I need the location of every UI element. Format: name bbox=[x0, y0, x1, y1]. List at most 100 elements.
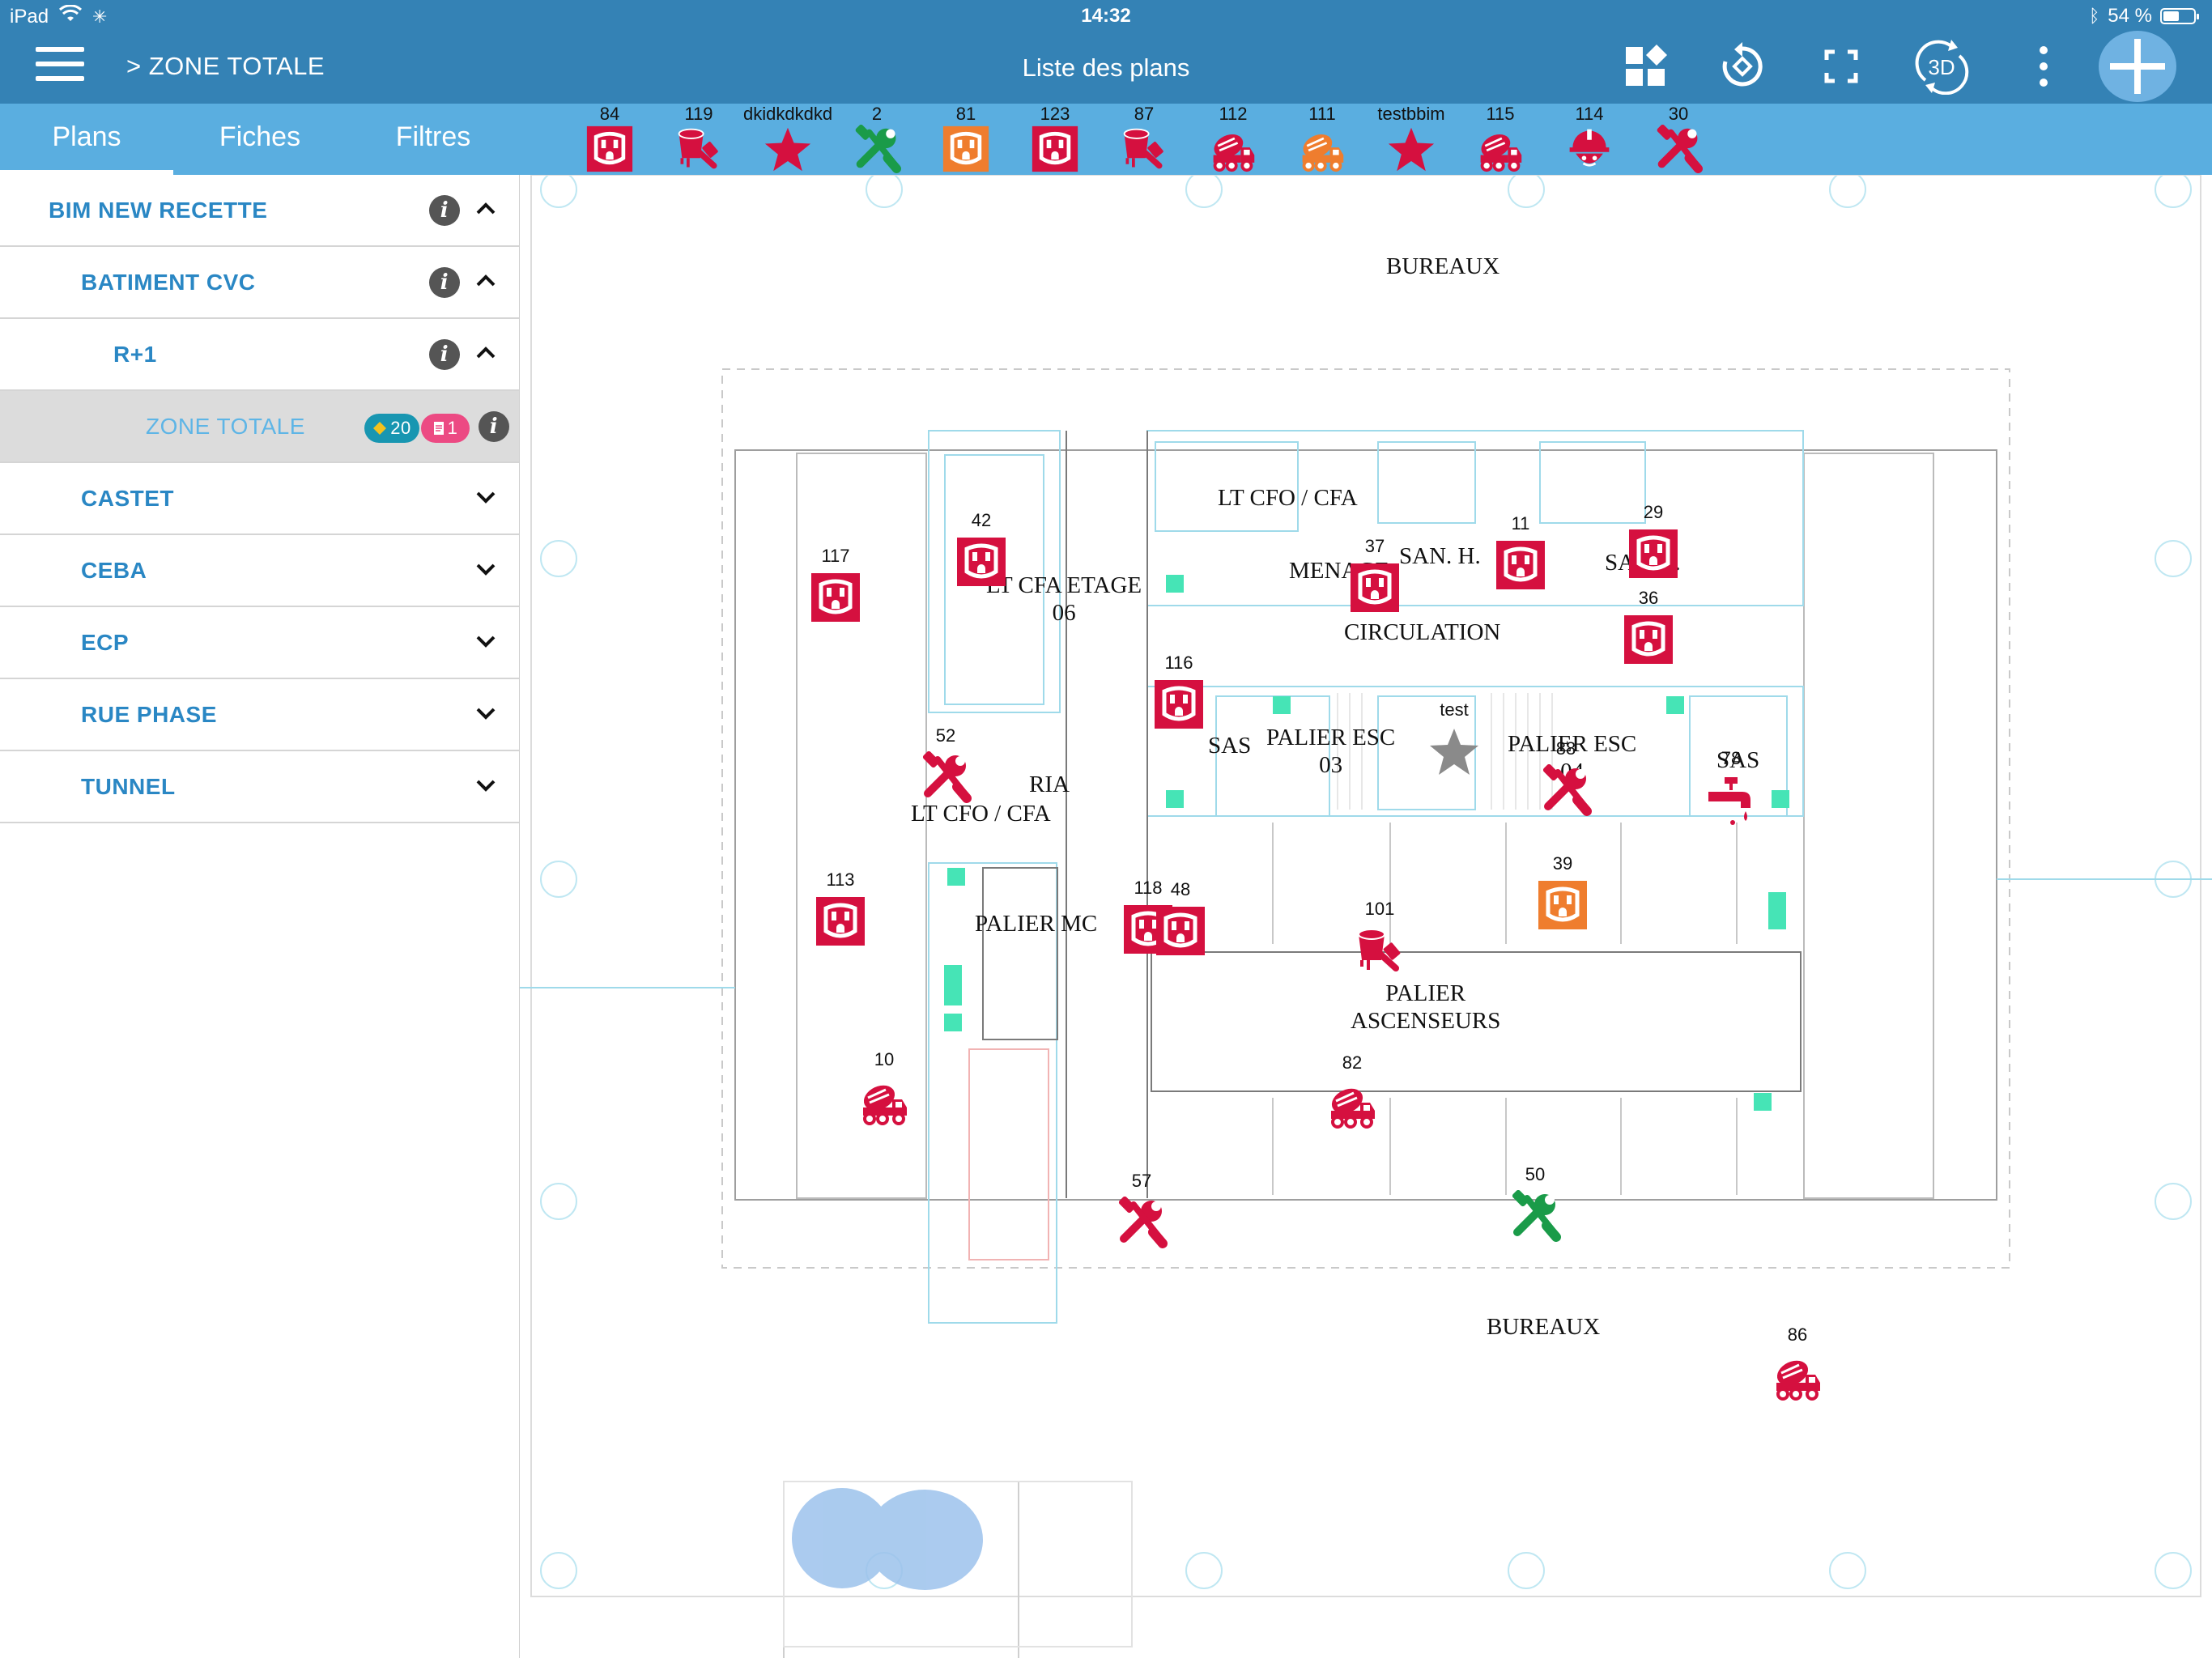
plan-pin[interactable]: 36 bbox=[1623, 588, 1674, 665]
room-label-palier-ascenseurs: PALIER ASCENSEURS bbox=[1351, 980, 1501, 1034]
plan-pin[interactable]: 52 bbox=[920, 725, 972, 803]
pin-number: 42 bbox=[971, 510, 992, 530]
plan-pin[interactable]: 88 bbox=[1540, 738, 1592, 816]
room-label-palier-mc: PALIER MC bbox=[975, 911, 1098, 937]
tab-plans[interactable]: Plans bbox=[0, 104, 173, 175]
info-icon[interactable]: i bbox=[429, 195, 460, 226]
badge-count: 20 bbox=[390, 418, 411, 438]
add-button[interactable] bbox=[2099, 31, 2176, 102]
info-icon[interactable]: i bbox=[429, 267, 460, 298]
breadcrumb[interactable]: > ZONE TOTALE bbox=[126, 52, 325, 81]
tree-item-rue-phase[interactable]: RUE PHASE bbox=[0, 679, 519, 751]
chevron-down-icon[interactable] bbox=[471, 631, 500, 651]
pin-number: 114 bbox=[1575, 104, 1604, 124]
pin-toolbar-item[interactable]: 84 bbox=[565, 104, 654, 175]
pin-number: testbbim bbox=[1377, 104, 1445, 124]
outlet-icon bbox=[957, 538, 1006, 586]
pin-number: 50 bbox=[1525, 1164, 1546, 1184]
pin-number: 88 bbox=[1555, 738, 1576, 759]
pin-number: 78 bbox=[1721, 748, 1742, 768]
pin-number: 87 bbox=[1134, 104, 1155, 124]
plan-pin[interactable]: 101 bbox=[1354, 899, 1406, 976]
pin-toolbar-item[interactable]: 87 bbox=[1100, 104, 1189, 175]
outlet-icon bbox=[942, 125, 989, 172]
pin-number: 81 bbox=[955, 104, 976, 124]
chevron-down-icon[interactable] bbox=[471, 559, 500, 579]
more-options-button[interactable] bbox=[2011, 39, 2076, 94]
rotate-plan-button[interactable] bbox=[1710, 39, 1775, 94]
pin-number: 10 bbox=[874, 1049, 895, 1069]
concrete-truck-icon bbox=[1331, 1088, 1375, 1129]
room-label-lt-cfo-cfa: LT CFO / CFA bbox=[911, 801, 1051, 827]
hamburger-icon bbox=[36, 47, 84, 52]
plan-pin[interactable]: 42 bbox=[955, 510, 1007, 588]
tree-item-label: BIM NEW RECETTE bbox=[49, 198, 268, 223]
plan-pin[interactable]: 50 bbox=[1509, 1164, 1561, 1242]
pin-number: 48 bbox=[1170, 879, 1191, 899]
pin-toolbar-item[interactable]: 2 bbox=[832, 104, 921, 175]
outlet-icon bbox=[586, 125, 633, 172]
pin-number: 39 bbox=[1552, 853, 1573, 874]
pin-number: 82 bbox=[1342, 1052, 1363, 1073]
plan-pin[interactable]: 116 bbox=[1153, 653, 1205, 730]
tree-item-ecp[interactable]: ECP bbox=[0, 607, 519, 679]
pin-number: 111 bbox=[1308, 104, 1336, 124]
pin-toolbar-item[interactable]: 123 bbox=[1010, 104, 1100, 175]
chevron-up-icon[interactable] bbox=[471, 199, 500, 219]
floor-plan[interactable]: BUREAUXLT CFO / CFAMENAGESAN. H.SAN. F.L… bbox=[520, 175, 2212, 1658]
top-app-bar: iPad ✳ 14:32 ᛒ 54 % > ZONE TOTALE Liste … bbox=[0, 0, 2212, 104]
tools-icon bbox=[922, 751, 972, 803]
pin-toolbar-item[interactable]: 111 bbox=[1278, 104, 1367, 175]
tab-fiches[interactable]: Fiches bbox=[173, 104, 347, 175]
faucet-icon bbox=[1708, 777, 1750, 825]
rotate-icon bbox=[1722, 42, 1763, 87]
tree-item-tunnel[interactable]: TUNNEL bbox=[0, 751, 519, 823]
chevron-down-icon[interactable] bbox=[471, 487, 500, 507]
view-3d-button[interactable]: 3D bbox=[1909, 39, 1974, 95]
pin-toolbar-item[interactable]: 114 bbox=[1545, 104, 1634, 175]
pin-toolbar-item[interactable]: 115 bbox=[1456, 104, 1545, 175]
chevron-up-icon[interactable] bbox=[471, 343, 500, 363]
plan-pin[interactable]: 113 bbox=[815, 869, 866, 947]
info-icon[interactable]: i bbox=[479, 411, 509, 442]
pin-number: 123 bbox=[1040, 104, 1070, 124]
chevron-down-icon[interactable] bbox=[471, 704, 500, 723]
plan-pin[interactable]: 86 bbox=[1772, 1324, 1823, 1402]
chevron-up-icon[interactable] bbox=[471, 271, 500, 291]
tree-item-r-1[interactable]: R+1 i bbox=[0, 319, 519, 391]
battery-icon bbox=[2160, 8, 2199, 24]
plan-pin[interactable]: 57 bbox=[1116, 1171, 1168, 1248]
plan-pin[interactable]: 11 bbox=[1495, 513, 1546, 591]
tab-filtres[interactable]: Filtres bbox=[347, 104, 520, 175]
chevron-down-icon[interactable] bbox=[471, 776, 500, 795]
plan-pin[interactable]: 29 bbox=[1627, 502, 1679, 580]
tree-item-bim-new-recette[interactable]: BIM NEW RECETTE i bbox=[0, 175, 519, 247]
plan-pin[interactable]: 10 bbox=[858, 1049, 910, 1127]
tree-item-ceba[interactable]: CEBA bbox=[0, 535, 519, 607]
plan-pin[interactable]: 82 bbox=[1326, 1052, 1378, 1130]
menu-button[interactable] bbox=[36, 47, 84, 84]
status-time: 14:32 bbox=[1081, 5, 1131, 27]
pin-toolbar-item[interactable]: 81 bbox=[921, 104, 1010, 175]
fullscreen-button[interactable] bbox=[1809, 39, 1874, 94]
pin-toolbar-item[interactable]: testbbim bbox=[1367, 104, 1456, 175]
pin-number: 113 bbox=[826, 869, 855, 890]
plan-pin[interactable]: 37 bbox=[1349, 536, 1401, 614]
concrete-truck-icon bbox=[1776, 1360, 1820, 1401]
info-icon[interactable]: i bbox=[429, 339, 460, 370]
tree-item-label: ZONE TOTALE bbox=[146, 414, 305, 439]
pin-number: test bbox=[1440, 699, 1469, 720]
plan-pin[interactable]: 78 bbox=[1705, 748, 1757, 826]
plan-pin[interactable]: 48 bbox=[1155, 879, 1206, 957]
tree-item-batiment-cvc[interactable]: BATIMENT CVC i bbox=[0, 247, 519, 319]
tree-item-zone-totale[interactable]: ZONE TOTALE 20 1 i bbox=[0, 391, 519, 463]
pin-toolbar-item[interactable]: 112 bbox=[1189, 104, 1278, 175]
pin-toolbar-item[interactable]: dkidkdkdkd bbox=[743, 104, 832, 175]
plan-pin[interactable]: 117 bbox=[810, 546, 861, 623]
plan-pin[interactable]: 39 bbox=[1537, 853, 1589, 931]
layout-toggle-button[interactable] bbox=[1614, 39, 1679, 94]
plan-pin[interactable]: test bbox=[1428, 699, 1480, 777]
pin-toolbar-item[interactable]: 119 bbox=[654, 104, 743, 175]
pin-toolbar-item[interactable]: 30 bbox=[1634, 104, 1723, 175]
tree-item-castet[interactable]: CASTET bbox=[0, 463, 519, 535]
